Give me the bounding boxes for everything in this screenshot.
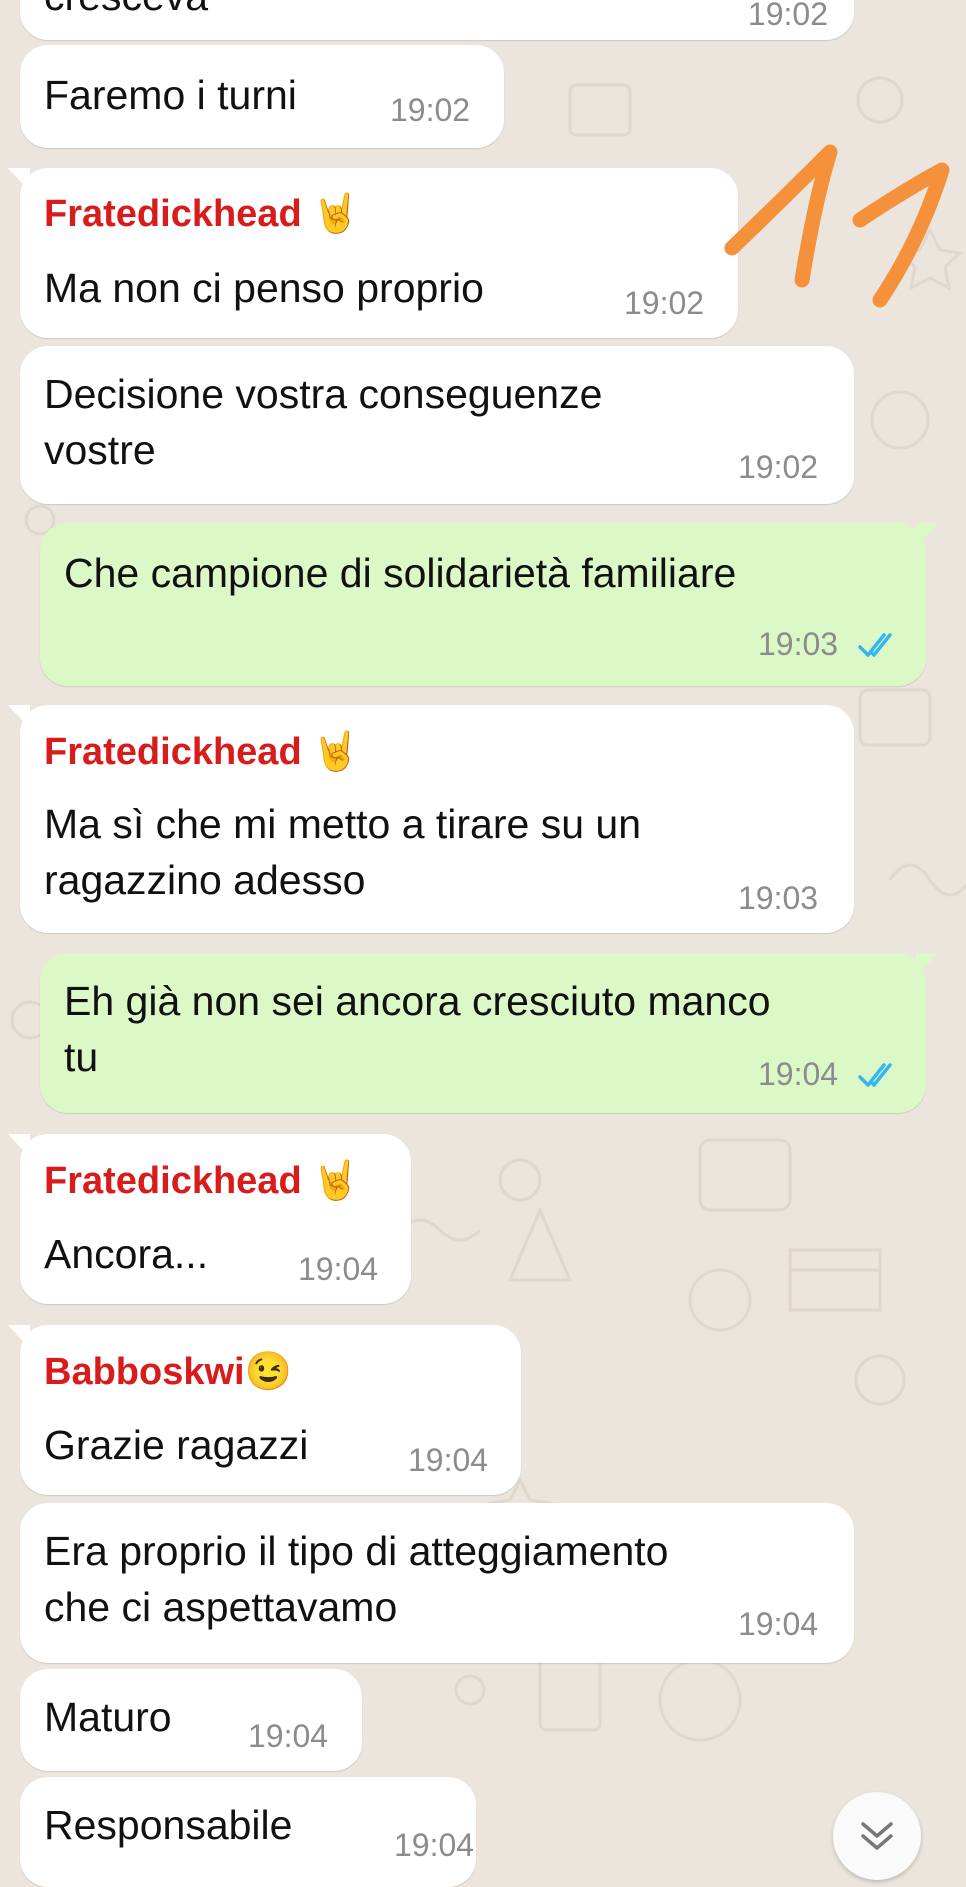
message-text: Ma non ci penso proprio bbox=[44, 265, 484, 311]
message-bubble-partial[interactable]: cresceva 19:02 bbox=[20, 0, 854, 40]
message-time: 19:02 bbox=[738, 449, 819, 485]
double-check-icon bbox=[858, 1063, 892, 1087]
message-time: 19:03 bbox=[738, 880, 819, 916]
message-text: Faremo i turni bbox=[44, 72, 297, 118]
message-text: Responsabile bbox=[44, 1802, 293, 1848]
message-time: 19:04 bbox=[394, 1827, 475, 1863]
message-bubble[interactable]: Maturo 19:04 bbox=[20, 1669, 362, 1771]
message-time: 19:03 bbox=[758, 626, 839, 662]
double-check-icon bbox=[858, 633, 892, 657]
message-text: Che campione di solidarietà familiare bbox=[64, 550, 737, 596]
sender-name: Fratedickhead 🤘 bbox=[44, 1160, 360, 1202]
sign-of-the-horns-emoji: 🤘 bbox=[312, 1160, 360, 1202]
message-bubble[interactable]: Responsabile 19:04 bbox=[20, 1777, 476, 1887]
message-time: 19:02 bbox=[390, 92, 471, 128]
bubble-tail bbox=[8, 168, 30, 192]
message-bubble[interactable]: Fratedickhead 🤘 Ancora... 19:04 bbox=[8, 1134, 411, 1304]
sender-name: Fratedickhead 🤘 bbox=[44, 731, 360, 773]
message-text-line-2: ragazzino adesso bbox=[44, 857, 366, 903]
sign-of-the-horns-emoji: 🤘 bbox=[312, 731, 360, 773]
bubble-tail bbox=[8, 705, 30, 729]
message-bubble[interactable]: Decisione vostra conseguenze vostre 19:0… bbox=[20, 346, 854, 504]
bubble-tail bbox=[8, 1325, 30, 1349]
message-time: 19:04 bbox=[758, 1056, 839, 1092]
scroll-to-bottom-button[interactable] bbox=[833, 1792, 921, 1880]
message-time: 19:04 bbox=[248, 1718, 329, 1754]
message-text: cresceva bbox=[44, 0, 208, 25]
message-text-line-2: che ci aspettavamo bbox=[44, 1584, 398, 1630]
bubble-tail bbox=[916, 523, 938, 547]
message-text-line-2: tu bbox=[64, 1034, 99, 1080]
message-text-line-1: Decisione vostra conseguenze bbox=[44, 371, 603, 417]
message-time: 19:04 bbox=[738, 1606, 819, 1642]
handwritten-annotation: 11 bbox=[724, 144, 950, 308]
sign-of-the-horns-emoji: 🤘 bbox=[312, 193, 360, 235]
outgoing-message-bubble[interactable]: Eh già non sei ancora cresciuto manco tu… bbox=[40, 953, 938, 1113]
message-text: Maturo bbox=[44, 1694, 172, 1740]
message-time: 19:04 bbox=[408, 1442, 489, 1478]
message-time: 19:02 bbox=[624, 285, 705, 321]
sender-name: Babboskwi😉 bbox=[44, 1351, 292, 1393]
winking-face-emoji: 😉 bbox=[244, 1351, 292, 1393]
bubble-tail bbox=[8, 1134, 30, 1158]
message-text: Grazie ragazzi bbox=[44, 1422, 309, 1468]
bubble-tail bbox=[916, 953, 938, 977]
double-chevron-down-icon bbox=[861, 1822, 893, 1850]
message-bubble[interactable]: Fratedickhead 🤘 Ma non ci penso proprio … bbox=[8, 168, 738, 338]
message-text: Ancora... bbox=[44, 1231, 209, 1277]
sender-name: Fratedickhead 🤘 bbox=[44, 193, 360, 235]
message-text-line-1: Era proprio il tipo di atteggiamento bbox=[44, 1528, 669, 1574]
message-time: 19:04 bbox=[298, 1251, 379, 1287]
message-text-line-1: Eh già non sei ancora cresciuto manco bbox=[64, 978, 771, 1024]
message-bubble[interactable]: Faremo i turni 19:02 bbox=[20, 45, 504, 148]
message-text-line-2: vostre bbox=[44, 427, 156, 473]
message-bubble[interactable]: Era proprio il tipo di atteggiamento che… bbox=[20, 1503, 854, 1663]
message-bubble[interactable]: Fratedickhead 🤘 Ma sì che mi metto a tir… bbox=[8, 705, 854, 933]
message-text-line-1: Ma sì che mi metto a tirare su un bbox=[44, 801, 642, 847]
outgoing-message-bubble[interactable]: Che campione di solidarietà familiare 19… bbox=[40, 523, 938, 686]
message-bubble[interactable]: Babboskwi😉 Grazie ragazzi 19:04 bbox=[8, 1325, 521, 1495]
message-time: 19:02 bbox=[747, 0, 828, 32]
